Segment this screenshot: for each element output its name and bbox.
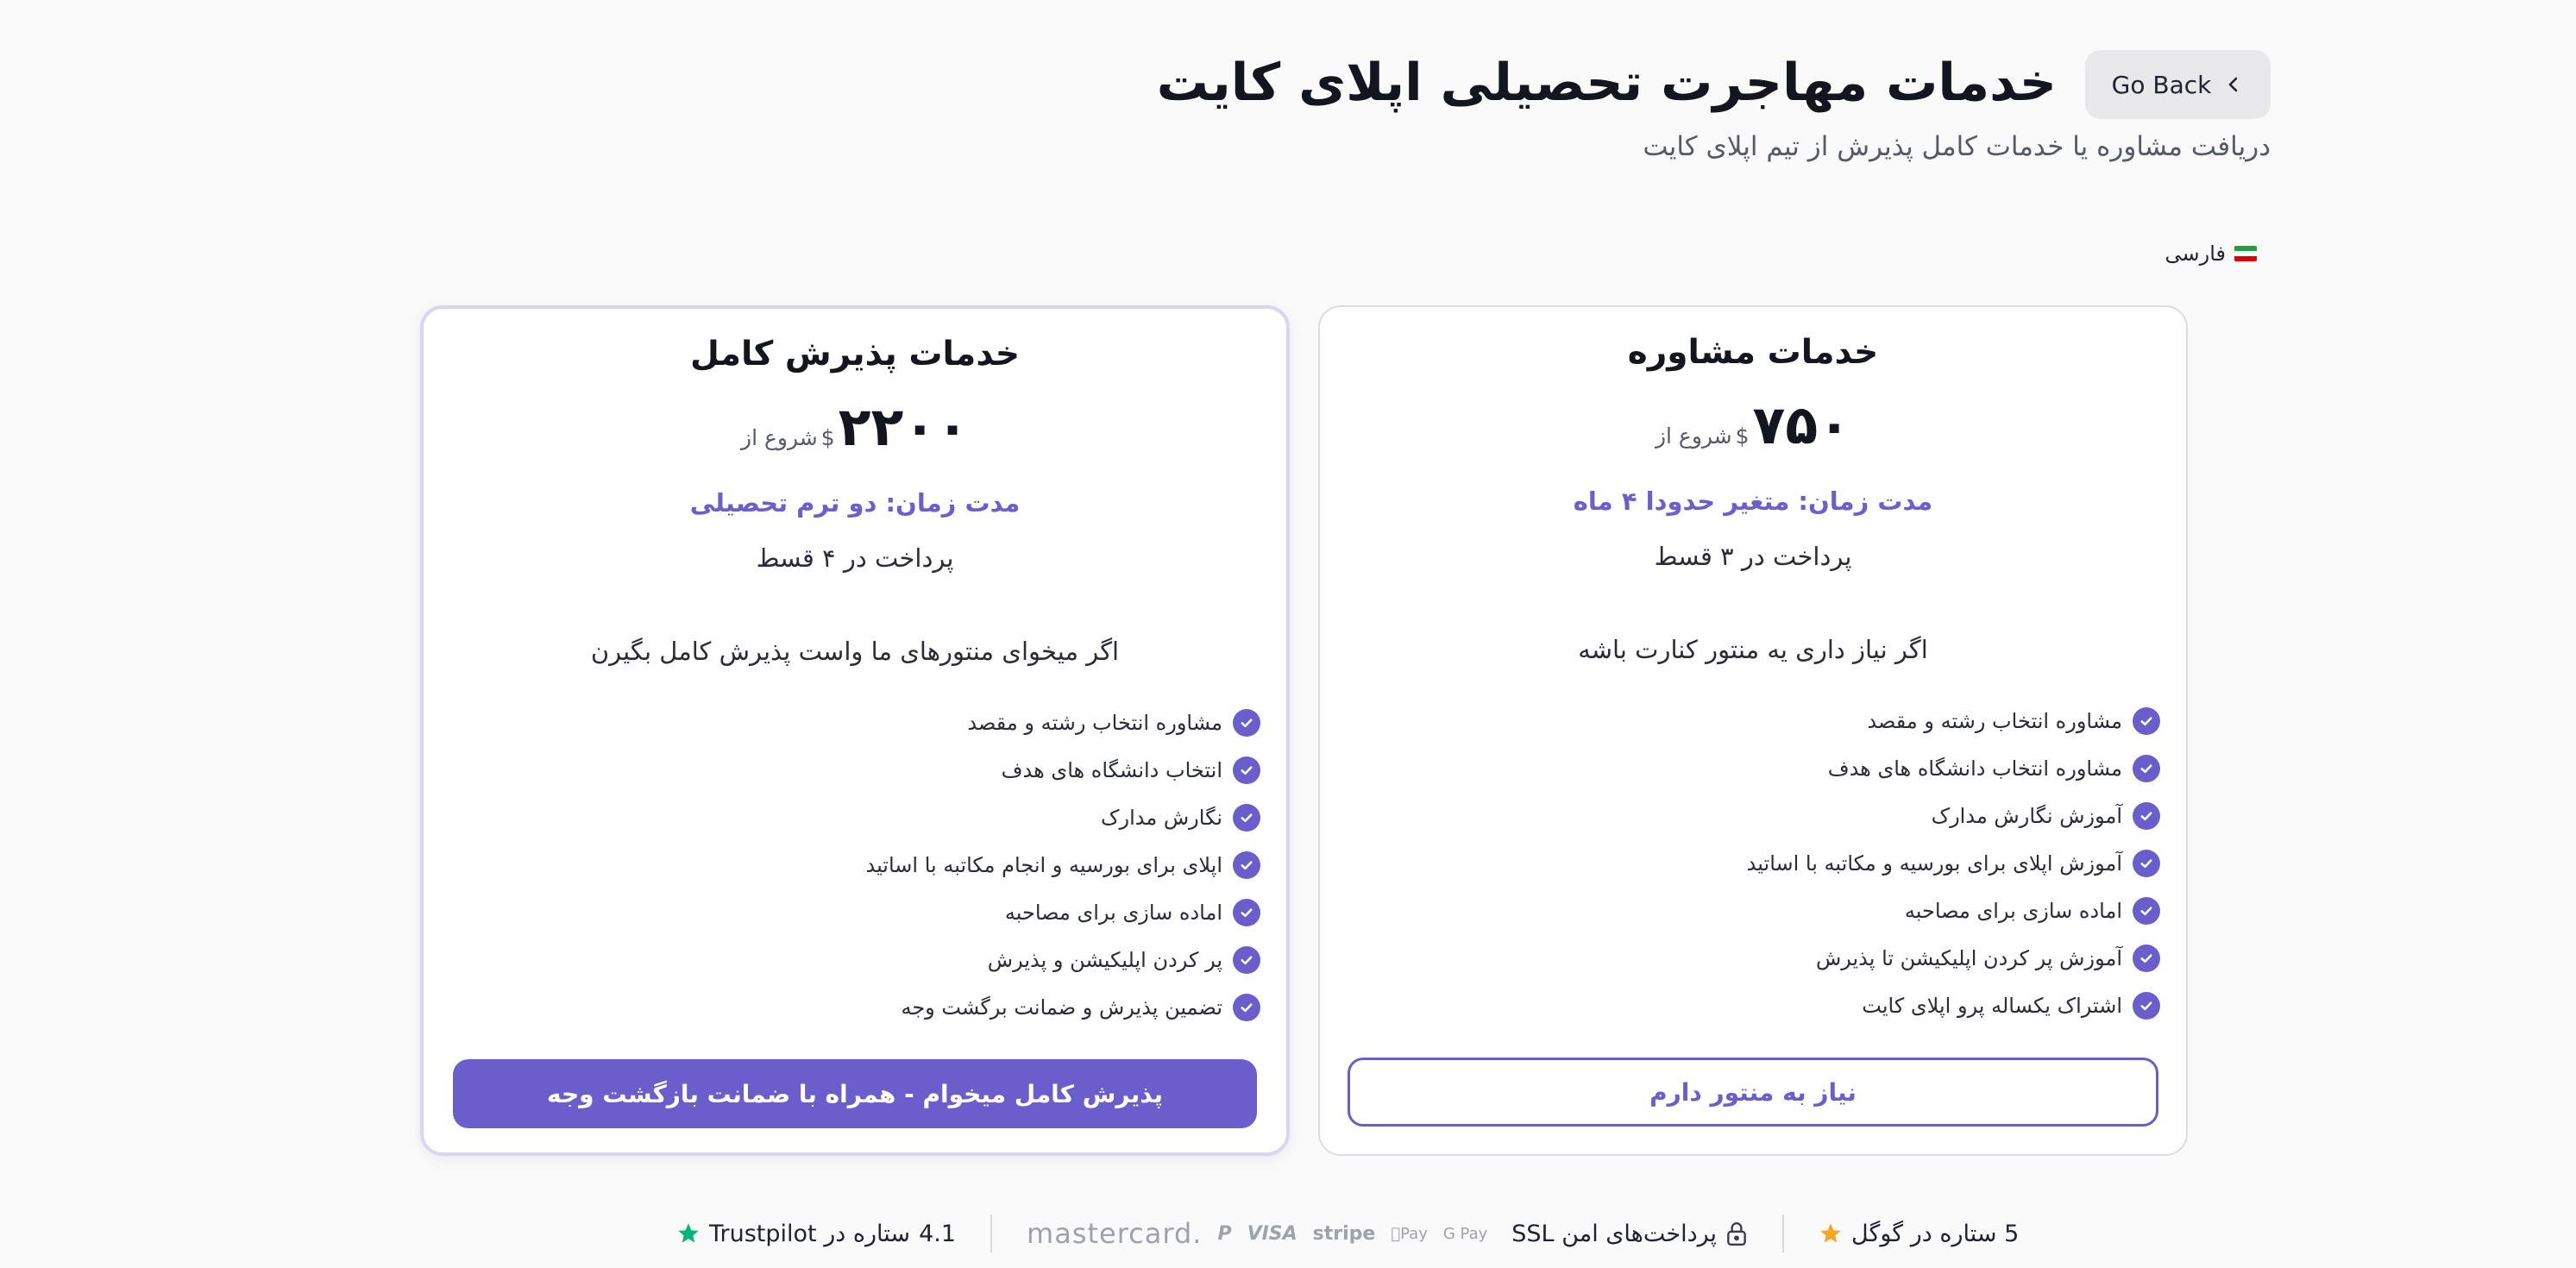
feature-text: نگارش مدارک [1101, 805, 1222, 830]
check-circle-icon [2133, 706, 2160, 735]
feature-text: اشتراک یکساله پرو اپلای کایت [1862, 993, 2122, 1018]
feature-item: آموزش پر کردن اپلیکیشن تا پذیرش [1747, 934, 2160, 982]
feature-text: اماده سازی برای مصاحبه [1904, 898, 2122, 923]
feature-text: مشاوره انتخاب رشته و مقصد [967, 710, 1222, 735]
feature-item: نگارش مدارک [865, 794, 1260, 841]
secure-payment: پرداخت‌های امن SSL [1511, 1221, 1748, 1247]
feature-item: انتخاب دانشگاه های هدف [865, 746, 1260, 794]
page-title: خدمات مهاجرت تحصیلی اپلای کایت [1156, 53, 2057, 113]
need-mentor-button[interactable]: نیاز به منتور دارم [1348, 1058, 2158, 1127]
google-rating: 5 ستاره در گوگل [1819, 1221, 2019, 1247]
page-subtitle: دریافت مشاوره یا خدمات کامل پذیرش از تیم… [1643, 131, 2271, 162]
full-admission-card: خدمات پذیرش کامل ۲۲۰۰ $ شروع از مدت زمان… [420, 305, 1290, 1156]
installments: پرداخت در ۳ قسط [1654, 542, 1852, 571]
check-circle-icon [1233, 945, 1260, 974]
feature-text: انتخاب دانشگاه های هدف [1001, 757, 1222, 782]
feature-text: اپلای برای بورسیه و انجام مکاتبه با اسات… [865, 852, 1222, 877]
duration: مدت زمان: دو ترم تحصیلی [689, 488, 1021, 518]
check-circle-icon [2133, 849, 2160, 877]
card-title: خدمات مشاوره [1627, 333, 1879, 372]
feature-item: اماده سازی برای مصاحبه [1747, 887, 2160, 934]
trustpilot-score: 4.1 [919, 1220, 957, 1247]
feature-list: مشاوره انتخاب رشته و مقصد مشاوره انتخاب … [1747, 697, 2160, 1029]
currency: $ [1735, 424, 1750, 449]
card-title: خدمات پذیرش کامل [690, 335, 1020, 373]
full-admission-button[interactable]: پذیرش کامل میخوام - همراه با ضمانت بازگش… [453, 1059, 1257, 1128]
check-circle-icon [1233, 993, 1260, 1021]
google-pay-logo: G Pay [1434, 1224, 1487, 1243]
go-back-button[interactable]: Go Back [2085, 50, 2271, 119]
divider [990, 1215, 993, 1252]
star-icon [1820, 1223, 1841, 1243]
feature-item: آموزش نگارش مدارک [1747, 792, 2160, 839]
price: ۷۵۰ [1752, 393, 1851, 456]
consultation-card: خدمات مشاوره ۷۵۰ $ شروع از مدت زمان: متغ… [1318, 305, 2188, 1156]
paypal-logo: P [1217, 1222, 1232, 1245]
stripe-logo: stripe [1312, 1222, 1376, 1245]
google-rating-text: 5 ستاره در گوگل [1842, 1220, 2019, 1247]
feature-text: پر کردن اپلیکیشن و پذیرش [987, 947, 1222, 972]
price-row: ۲۲۰۰ $ شروع از [424, 395, 1286, 458]
feature-list: مشاوره انتخاب رشته و مقصد انتخاب دانشگاه… [865, 699, 1260, 1031]
check-circle-icon [1233, 756, 1260, 784]
feature-text: اماده سازی برای مصاحبه [1004, 900, 1222, 925]
feature-text: مشاوره انتخاب دانشگاه های هدف [1827, 756, 2122, 781]
lock-icon [1727, 1222, 1746, 1246]
go-back-label: Go Back [2111, 70, 2212, 99]
feature-item: مشاوره انتخاب دانشگاه های هدف [1747, 744, 2160, 792]
divider [1782, 1215, 1785, 1252]
language-switcher[interactable]: فارسی [2164, 242, 2257, 266]
trustpilot-rating: ستاره در Trustpilot 4.1 [676, 1221, 956, 1247]
feature-item: آموزش اپلای برای بورسیه و مکاتبه با اسات… [1747, 839, 2160, 887]
iran-flag-icon [2234, 246, 2257, 261]
price-from-label: شروع از [741, 425, 818, 450]
secure-payment-text: پرداخت‌های امن SSL [1502, 1220, 1717, 1247]
currency: $ [820, 425, 835, 450]
price-from-label: شروع از [1655, 424, 1732, 449]
feature-item: مشاوره انتخاب رشته و مقصد [1747, 697, 2160, 744]
feature-text: آموزش نگارش مدارک [1931, 803, 2122, 828]
payment-logos: mastercard. P VISA stripe Pay G Pay [1027, 1217, 1487, 1250]
feature-text: مشاوره انتخاب رشته و مقصد [1867, 708, 2122, 733]
visa-logo: VISA [1247, 1222, 1297, 1245]
check-circle-icon [2133, 896, 2160, 925]
feature-item: تضمین پذیرش و ضمانت برگشت وجه [865, 983, 1260, 1031]
check-circle-icon [2133, 944, 2160, 972]
feature-text: آموزش پر کردن اپلیکیشن تا پذیرش [1815, 945, 2122, 970]
check-circle-icon [1233, 898, 1260, 926]
apple-pay-logo: Pay [1391, 1224, 1428, 1243]
feature-item: اپلای برای بورسیه و انجام مکاتبه با اسات… [865, 841, 1260, 888]
installments: پرداخت در ۴ قسط [756, 543, 954, 573]
card-tagline: اگر نیاز داری یه منتور کنارت باشه [1578, 635, 1928, 664]
price: ۲۲۰۰ [838, 395, 969, 458]
feature-item: اماده سازی برای مصاحبه [865, 888, 1260, 936]
check-circle-icon [1233, 851, 1260, 879]
trustpilot-text: ستاره در Trustpilot [709, 1220, 911, 1247]
card-tagline: اگر میخوای منتورهای ما واست پذیرش کامل ب… [590, 637, 1120, 666]
feature-item: اشتراک یکساله پرو اپلای کایت [1747, 982, 2160, 1029]
star-icon [678, 1223, 699, 1243]
trust-bar: ستاره در Trustpilot 4.1 mastercard. P VI… [676, 1215, 2019, 1252]
check-circle-icon [2133, 991, 2160, 1020]
chevron-left-icon [2229, 77, 2238, 92]
language-label: فارسی [2164, 242, 2227, 266]
feature-item: پر کردن اپلیکیشن و پذیرش [865, 936, 1260, 983]
check-circle-icon [1233, 803, 1260, 832]
check-circle-icon [1233, 708, 1260, 737]
check-circle-icon [2133, 754, 2160, 782]
price-row: ۷۵۰ $ شروع از [1320, 393, 2186, 456]
check-circle-icon [2133, 801, 2160, 830]
feature-text: تضمین پذیرش و ضمانت برگشت وجه [901, 995, 1222, 1020]
feature-text: آموزش اپلای برای بورسیه و مکاتبه با اسات… [1746, 851, 2122, 876]
duration: مدت زمان: متغیر حدودا ۴ ماه [1573, 486, 1933, 516]
feature-item: مشاوره انتخاب رشته و مقصد [865, 699, 1260, 746]
mastercard-logo: mastercard. [1027, 1217, 1203, 1250]
